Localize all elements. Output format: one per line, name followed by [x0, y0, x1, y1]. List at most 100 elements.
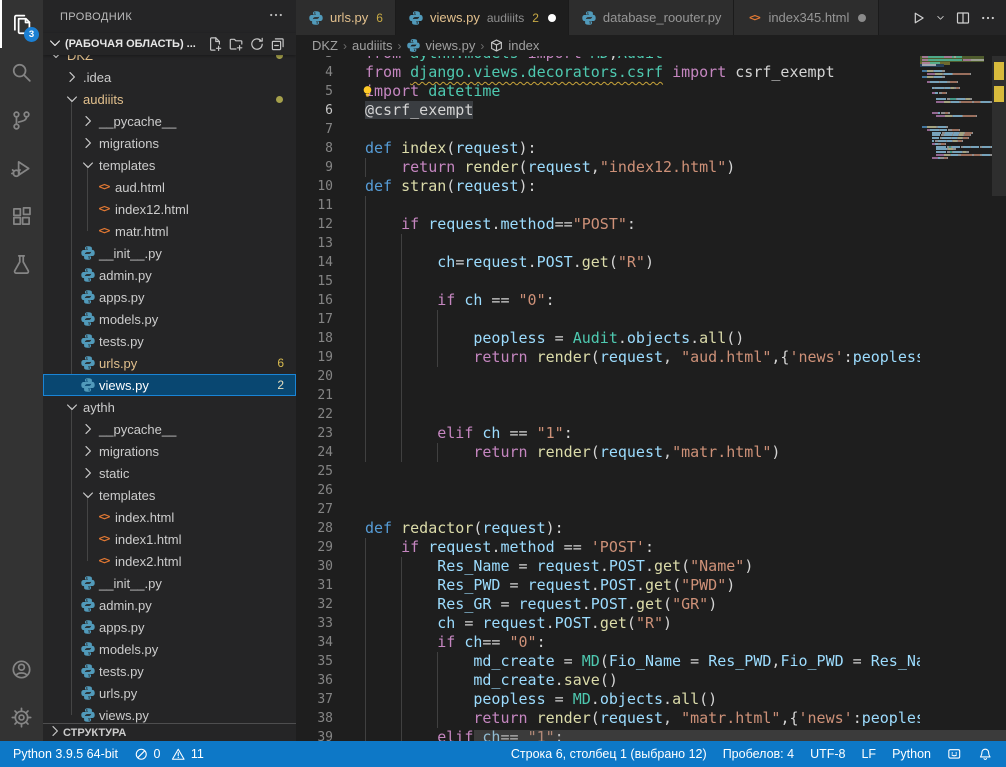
tree-item-tests.py[interactable]: tests.py	[43, 660, 296, 682]
code-line: 18 peopless = Audit.objects.all()	[296, 329, 920, 348]
indent-guide	[365, 196, 366, 215]
collapse-all-icon[interactable]	[270, 36, 286, 52]
activity-run-debug-button[interactable]	[0, 144, 43, 192]
breadcrumb-item-index[interactable]: index	[489, 38, 539, 53]
tree-item-urls.py[interactable]: urls.py6	[43, 352, 296, 374]
indent-guide	[401, 367, 402, 386]
tree-item-matr.html[interactable]: <>matr.html	[43, 220, 296, 242]
tree-item-index.html[interactable]: <>index.html	[43, 506, 296, 528]
line-number: 10	[296, 177, 333, 196]
tree-item-index12.html[interactable]: <>index12.html	[43, 198, 296, 220]
split-editor-icon[interactable]	[955, 10, 971, 26]
more-actions-icon[interactable]	[268, 7, 284, 23]
chevron-right-icon	[47, 723, 63, 739]
tree-item-models.py[interactable]: models.py	[43, 638, 296, 660]
line-number: 8	[296, 139, 333, 158]
status-problems[interactable]: 011	[134, 747, 204, 762]
tree-item-.idea[interactable]: .idea	[43, 66, 296, 88]
unsaved-dot-icon[interactable]	[548, 14, 556, 22]
tree-item-migrations[interactable]: migrations	[43, 132, 296, 154]
outline-section-header[interactable]: СТРУКТУРА	[43, 723, 296, 741]
code-text: Res_PWD = request.POST.get("PWD")	[365, 576, 735, 595]
activity-explorer-button[interactable]: 3	[0, 0, 43, 48]
activity-search-button[interactable]	[0, 48, 43, 96]
activity-account-button[interactable]	[0, 645, 43, 693]
tree-item-__init__.py[interactable]: __init__.py	[43, 572, 296, 594]
status-text: Строка 6, столбец 1 (выбрано 12)	[511, 747, 707, 761]
tree-item-migrations[interactable]: migrations	[43, 440, 296, 462]
tab-views.py[interactable]: views.pyaudiiits2	[396, 0, 569, 35]
tree-item-__init__.py[interactable]: __init__.py	[43, 242, 296, 264]
tree-item-models.py[interactable]: models.py	[43, 308, 296, 330]
tree-item-index1.html[interactable]: <>index1.html	[43, 528, 296, 550]
status-language-mode[interactable]: Python	[892, 747, 931, 761]
tree-item-admin.py[interactable]: admin.py	[43, 264, 296, 286]
code-text: Res_Name = request.POST.get("Name")	[365, 557, 753, 576]
breadcrumb-item-DKZ[interactable]: DKZ	[312, 38, 338, 53]
new-file-icon[interactable]	[207, 36, 223, 52]
run-python-file-icon[interactable]	[910, 10, 926, 26]
minimap-line	[922, 120, 992, 122]
tree-item-DKZ[interactable]: DKZ	[43, 55, 296, 66]
tree-item-views.py[interactable]: views.py	[43, 704, 296, 724]
activity-source-control-button[interactable]	[0, 96, 43, 144]
workspace-section-header[interactable]: (РАБОЧАЯ ОБЛАСТЬ) ...	[43, 33, 296, 55]
horizontal-scrollbar[interactable]	[474, 730, 1006, 741]
status-feedback[interactable]	[947, 747, 962, 762]
tree-item-admin.py[interactable]: admin.py	[43, 594, 296, 616]
minimap-line	[922, 90, 992, 92]
line-number: 35	[296, 652, 333, 671]
python-file-icon	[80, 663, 96, 679]
tree-item-audiiits[interactable]: audiiits	[43, 88, 296, 110]
line-number: 28	[296, 519, 333, 538]
status-python-version[interactable]: Python 3.9.5 64-bit	[13, 747, 118, 761]
tab-database_roouter.py[interactable]: database_roouter.py	[569, 0, 735, 35]
explorer-more-icon[interactable]	[268, 7, 284, 26]
new-folder-icon[interactable]	[228, 36, 244, 52]
activity-settings-button[interactable]	[0, 693, 43, 741]
lightbulb-icon[interactable]	[360, 84, 375, 100]
tab-index345.html[interactable]: <>index345.html	[734, 0, 879, 35]
tree-item-label: index12.html	[115, 202, 189, 217]
refresh-icon[interactable]	[249, 36, 265, 52]
tree-item-aythh[interactable]: aythh	[43, 396, 296, 418]
code-text: if ch== "0":	[365, 633, 546, 652]
tree-item-templates[interactable]: templates	[43, 154, 296, 176]
tree-item-label: views.py	[99, 708, 149, 723]
line-number: 18	[296, 329, 333, 348]
tree-item-label: index1.html	[115, 532, 181, 547]
run-dropdown-icon[interactable]	[935, 12, 946, 23]
tree-item-__pycache__[interactable]: __pycache__	[43, 418, 296, 440]
tab-urls.py[interactable]: urls.py6	[296, 0, 396, 35]
tree-item-tests.py[interactable]: tests.py	[43, 330, 296, 352]
activity-extensions-button[interactable]	[0, 192, 43, 240]
tree-item-index2.html[interactable]: <>index2.html	[43, 550, 296, 572]
tree-item-__pycache__[interactable]: __pycache__	[43, 110, 296, 132]
status-indentation[interactable]: Пробелов: 4	[723, 747, 794, 761]
breadcrumb-item-audiiits[interactable]: audiiits	[352, 38, 392, 53]
tree-item-static[interactable]: static	[43, 462, 296, 484]
html-file-icon: <>	[96, 179, 112, 195]
status-cursor-position[interactable]: Строка 6, столбец 1 (выбрано 12)	[511, 747, 707, 761]
line-number: 32	[296, 595, 333, 614]
tree-item-views.py[interactable]: views.py2	[43, 374, 296, 396]
indent-guide	[401, 272, 402, 291]
breadcrumb-item-views.py[interactable]: views.py	[406, 38, 475, 53]
code-editor[interactable]: 3from aythh.models import MD,Audit4from …	[296, 56, 1006, 741]
minimap[interactable]	[920, 56, 992, 741]
minimap-line	[922, 87, 992, 89]
status-eol[interactable]: LF	[861, 747, 876, 761]
more-actions-icon[interactable]	[980, 10, 996, 26]
tree-item-label: __pycache__	[99, 422, 176, 437]
status-encoding[interactable]: UTF-8	[810, 747, 845, 761]
unsaved-dot-icon[interactable]	[858, 14, 866, 22]
tree-item-aud.html[interactable]: <>aud.html	[43, 176, 296, 198]
tree-item-urls.py[interactable]: urls.py	[43, 682, 296, 704]
activity-testing-button[interactable]	[0, 240, 43, 288]
breadcrumb-label: index	[508, 38, 539, 53]
tree-item-apps.py[interactable]: apps.py	[43, 286, 296, 308]
tree-item-templates[interactable]: templates	[43, 484, 296, 506]
gear-icon	[10, 706, 33, 729]
tree-item-apps.py[interactable]: apps.py	[43, 616, 296, 638]
status-notifications[interactable]	[978, 747, 993, 762]
